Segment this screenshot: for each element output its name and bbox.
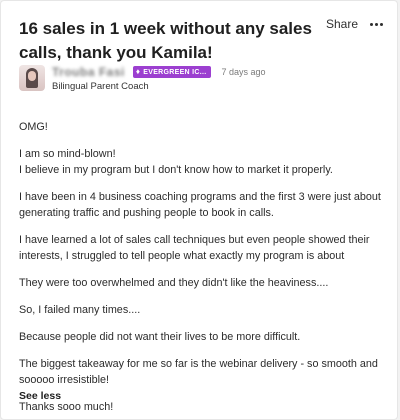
avatar[interactable] xyxy=(19,65,45,91)
post-title: 16 sales in 1 week without any sales cal… xyxy=(19,19,312,62)
member-badge: ♦ EVERGREEN IC... xyxy=(132,66,212,78)
see-less-link[interactable]: See less xyxy=(19,390,61,402)
post-paragraph: I have learned a lot of sales call techn… xyxy=(19,234,370,262)
post-card: 16 sales in 1 week without any sales cal… xyxy=(0,0,398,420)
badge-label: EVERGREEN IC... xyxy=(143,68,207,76)
post-actions: Share xyxy=(326,17,383,31)
author-name[interactable]: Trouba Fasi xyxy=(52,65,125,79)
post-paragraph: So, I failed many times.... xyxy=(19,304,141,316)
post-paragraph: I am so mind-blown! I believe in my prog… xyxy=(19,148,333,176)
post-paragraph: I have been in 4 business coaching progr… xyxy=(19,191,381,219)
post-paragraph: Thanks sooo much! xyxy=(19,401,114,413)
post-timestamp: 7 days ago xyxy=(221,67,266,77)
post-body: OMG! I am so mind-blown! I believe in my… xyxy=(19,119,387,415)
author-role: Bilingual Parent Coach xyxy=(52,81,149,92)
share-button[interactable]: Share xyxy=(326,17,358,31)
author-meta: Trouba Fasi ♦ EVERGREEN IC... 7 days ago xyxy=(52,65,266,79)
post-paragraph: OMG! xyxy=(19,121,48,133)
gem-icon: ♦ xyxy=(135,67,141,76)
post-paragraph: The biggest takeaway for me so far is th… xyxy=(19,358,378,386)
more-dots-icon[interactable] xyxy=(370,17,383,31)
post-paragraph: Because people did not want their lives … xyxy=(19,331,301,343)
post-paragraph: They were too overwhelmed and they didn'… xyxy=(19,277,329,289)
